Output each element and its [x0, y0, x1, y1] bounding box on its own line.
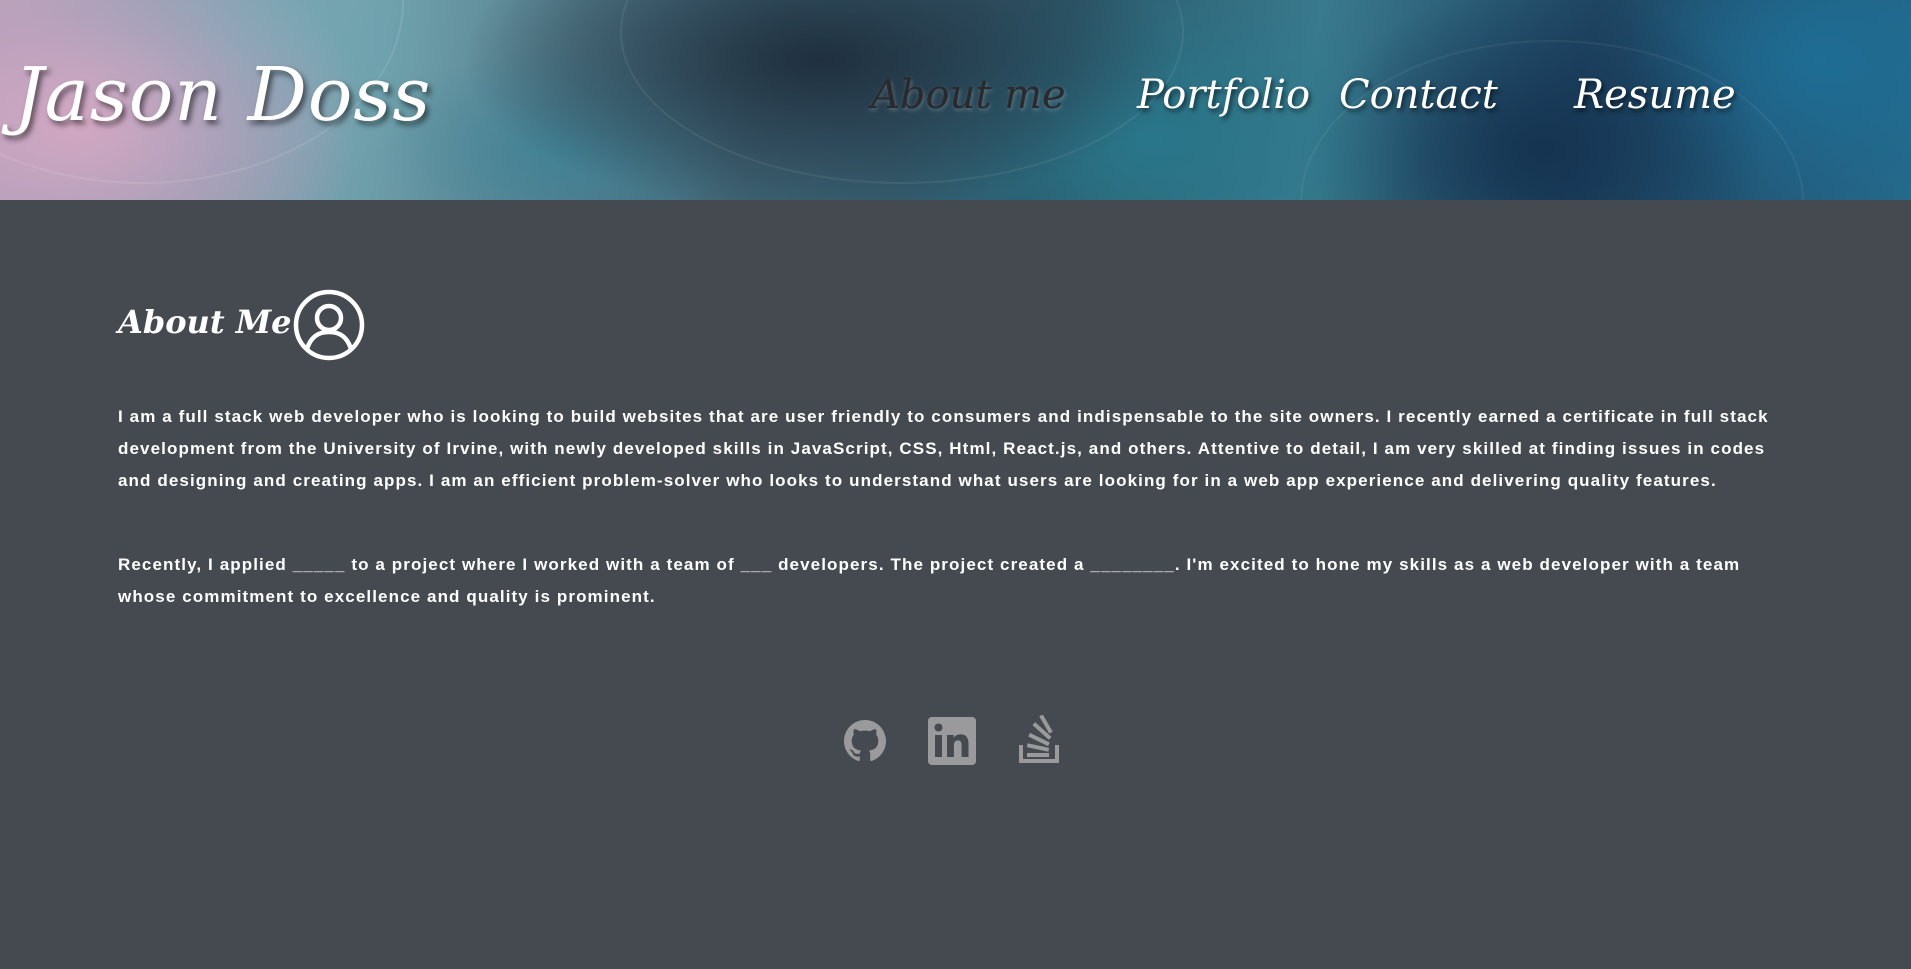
stackoverflow-icon	[1019, 714, 1059, 763]
stackoverflow-link[interactable]	[1013, 714, 1065, 767]
main-content: About Me I am a full stack web developer…	[0, 200, 1911, 969]
about-heading: About Me	[118, 303, 292, 341]
about-paragraph-2: Recently, I applied _____ to a project w…	[118, 555, 1741, 606]
nav-resume[interactable]: Resume	[1574, 72, 1736, 118]
nav-portfolio[interactable]: Portfolio	[1137, 72, 1310, 118]
github-link[interactable]	[839, 715, 891, 767]
header-banner: Jason Doss About me Portfolio Contact Re…	[0, 0, 1911, 200]
about-paragraph-1: I am a full stack web developer who is l…	[118, 407, 1769, 490]
github-icon	[844, 720, 886, 762]
nav-about-me[interactable]: About me	[871, 72, 1066, 118]
site-brand[interactable]: Jason Doss	[14, 52, 431, 138]
social-links	[0, 714, 1911, 775]
linkedin-icon	[928, 717, 976, 765]
main-nav: About me Portfolio Contact Resume	[871, 72, 1911, 132]
user-circle-icon	[293, 289, 365, 361]
nav-contact[interactable]: Contact	[1339, 72, 1498, 118]
linkedin-link[interactable]	[926, 715, 978, 767]
